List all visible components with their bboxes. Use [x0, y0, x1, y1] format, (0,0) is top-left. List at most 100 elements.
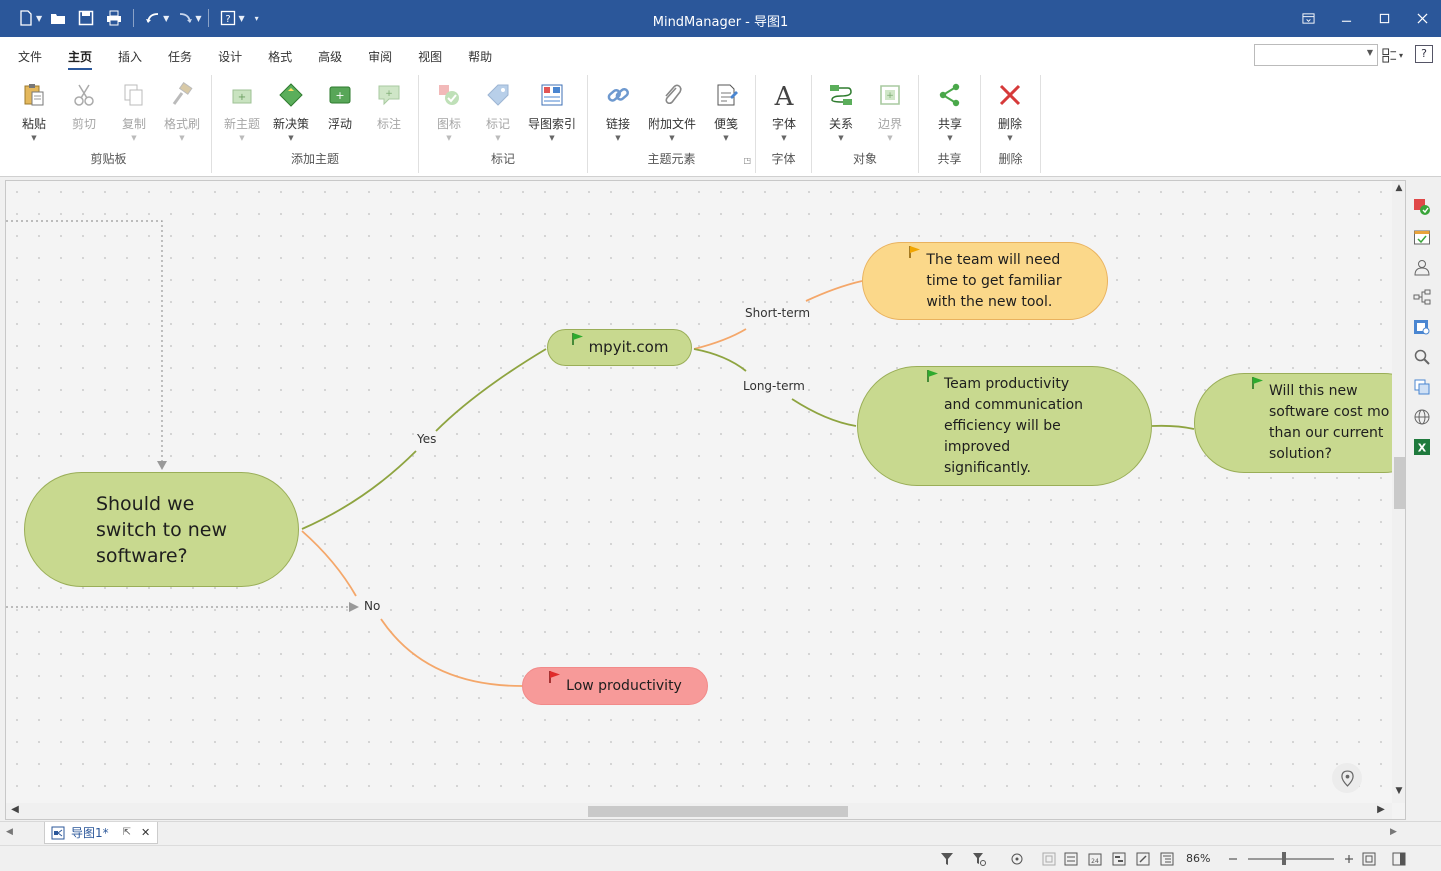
floating-topic-button[interactable]: + 浮动	[314, 81, 366, 132]
new-icon[interactable]	[14, 7, 38, 29]
chevron-down-icon: ▼	[446, 134, 452, 142]
format-painter-button[interactable]: 格式刷 ▼	[156, 81, 208, 142]
search-input[interactable]: ▼	[1254, 44, 1378, 66]
undo-icon[interactable]	[141, 7, 165, 29]
tab-advanced[interactable]: 高级	[306, 48, 356, 70]
zoom-slider[interactable]	[1248, 858, 1334, 860]
close-icon[interactable]	[1403, 0, 1441, 37]
topic-short-term[interactable]: The team will need time to get familiar …	[862, 242, 1108, 320]
font-button[interactable]: A 字体 ▼	[758, 81, 810, 142]
attachment-button[interactable]: 附加文件 ▼	[646, 81, 698, 142]
filter-icon[interactable]	[938, 851, 956, 867]
search-icon[interactable]	[1410, 344, 1434, 370]
callout-button[interactable]: + 标注	[363, 81, 415, 132]
fit-page-icon[interactable]	[1360, 851, 1378, 867]
topic-no-branch[interactable]: Low productivity	[522, 667, 708, 705]
layout-options-icon[interactable]: ▾	[1382, 45, 1410, 65]
map-canvas[interactable]: Should we switch to new software? mpyit.…	[6, 181, 1392, 803]
save-icon[interactable]	[74, 7, 98, 29]
library-icon[interactable]	[1410, 314, 1434, 340]
new-topic-button[interactable]: + 新主题 ▼	[216, 81, 268, 142]
gantt-view-icon[interactable]	[1110, 851, 1128, 867]
link-label-no[interactable]: No	[362, 599, 383, 613]
scroll-thumb[interactable]	[1394, 457, 1405, 509]
maximize-icon[interactable]	[1365, 0, 1403, 37]
ribbon-display-icon[interactable]	[1289, 0, 1327, 37]
relationship-button[interactable]: 关系 ▼	[815, 81, 867, 142]
schedule-view-icon[interactable]: 24	[1086, 851, 1104, 867]
paste-button[interactable]: 粘贴 ▼	[8, 81, 60, 142]
map-index-button[interactable]: 导图索引 ▼	[526, 81, 578, 142]
customize-icon[interactable]: ▾	[255, 14, 259, 23]
boundary-button[interactable]: + 边界 ▼	[864, 81, 916, 142]
topic-followup[interactable]: Will this new software cost mo than our …	[1194, 373, 1392, 473]
central-topic[interactable]: Should we switch to new software?	[24, 472, 299, 587]
map-view-icon[interactable]	[1062, 851, 1080, 867]
tag-button[interactable]: 标记 ▼	[472, 81, 524, 142]
cut-button[interactable]: 剪切	[58, 81, 110, 132]
location-pin-icon[interactable]	[1332, 763, 1362, 793]
scroll-left-icon[interactable]: ◀	[8, 804, 22, 818]
tab-file[interactable]: 文件	[6, 48, 56, 70]
share-button[interactable]: 共享 ▼	[924, 81, 976, 142]
vertical-scrollbar[interactable]: ▲ ▼	[1392, 181, 1405, 803]
redo-icon[interactable]	[173, 7, 197, 29]
tab-view[interactable]: 视图	[406, 48, 456, 70]
link-label-short-term[interactable]: Short-term	[743, 306, 813, 320]
scroll-right-icon[interactable]: ▶	[1374, 804, 1388, 818]
task-info-icon[interactable]	[1410, 194, 1434, 220]
delete-button[interactable]: 删除 ▼	[984, 81, 1036, 142]
scroll-down-icon[interactable]: ▼	[1392, 786, 1405, 800]
float-tab-icon[interactable]: ⇱	[123, 827, 131, 838]
undo-dropdown-icon[interactable]: ▼	[163, 14, 169, 23]
tab-format[interactable]: 格式	[256, 48, 306, 70]
fit-map-icon[interactable]	[1040, 851, 1058, 867]
link-button[interactable]: 链接 ▼	[592, 81, 644, 142]
topic-yes-branch[interactable]: mpyit.com	[547, 329, 692, 366]
new-decision-button[interactable]: 新决策 ▼	[265, 81, 317, 142]
scroll-thumb[interactable]	[588, 806, 848, 817]
tab-task[interactable]: 任务	[156, 48, 206, 70]
link-label-long-term[interactable]: Long-term	[741, 379, 807, 393]
help-button[interactable]: ?	[1415, 45, 1433, 63]
tab-scroll-left-icon[interactable]: ◀	[6, 827, 13, 837]
help-dropdown-icon[interactable]: ▼	[238, 14, 244, 23]
chevron-down-icon: ▼	[669, 134, 675, 142]
filter-settings-icon[interactable]	[970, 851, 988, 867]
chevron-down-icon[interactable]: ▼	[1367, 48, 1373, 57]
tab-scroll-right-icon[interactable]: ▶	[1390, 827, 1397, 837]
zoom-out-icon[interactable]	[1224, 851, 1242, 867]
link-view-icon[interactable]	[1134, 851, 1152, 867]
icon-marker-button[interactable]: 图标 ▼	[423, 81, 475, 142]
print-icon[interactable]	[102, 7, 126, 29]
browser-icon[interactable]	[1410, 404, 1434, 430]
help-icon[interactable]: ?	[216, 7, 240, 29]
outline-view-icon[interactable]	[1158, 851, 1176, 867]
map-parts-icon[interactable]	[1410, 284, 1434, 310]
calendar-icon[interactable]	[1410, 224, 1434, 250]
link-label-yes[interactable]: Yes	[415, 432, 439, 446]
open-icon[interactable]	[46, 7, 70, 29]
tab-home[interactable]: 主页	[56, 48, 106, 70]
tab-review[interactable]: 审阅	[356, 48, 406, 70]
redo-dropdown-icon[interactable]: ▼	[195, 14, 201, 23]
scroll-up-icon[interactable]: ▲	[1392, 183, 1405, 197]
excel-icon[interactable]: X	[1410, 434, 1434, 460]
zoom-slider-thumb[interactable]	[1282, 852, 1286, 865]
copy-button[interactable]: 复制 ▼	[108, 81, 160, 142]
zoom-in-icon[interactable]	[1340, 851, 1358, 867]
horizontal-scrollbar[interactable]: ◀ ▶	[6, 803, 1392, 819]
tab-insert[interactable]: 插入	[106, 48, 156, 70]
notes-button[interactable]: 便笺 ▼	[700, 81, 752, 142]
topic-long-term[interactable]: Team productivity and communication effi…	[857, 366, 1152, 486]
focus-icon[interactable]	[1008, 851, 1026, 867]
tab-design[interactable]: 设计	[206, 48, 256, 70]
resources-icon[interactable]	[1410, 254, 1434, 280]
new-dropdown-icon[interactable]: ▼	[36, 14, 42, 23]
tab-help[interactable]: 帮助	[456, 48, 506, 70]
document-tab[interactable]: 导图1* ⇱ ✕	[44, 822, 158, 844]
task-pane-toggle-icon[interactable]	[1390, 851, 1408, 867]
sync-icon[interactable]	[1410, 374, 1434, 400]
minimize-icon[interactable]	[1327, 0, 1365, 37]
close-tab-icon[interactable]: ✕	[141, 826, 150, 839]
